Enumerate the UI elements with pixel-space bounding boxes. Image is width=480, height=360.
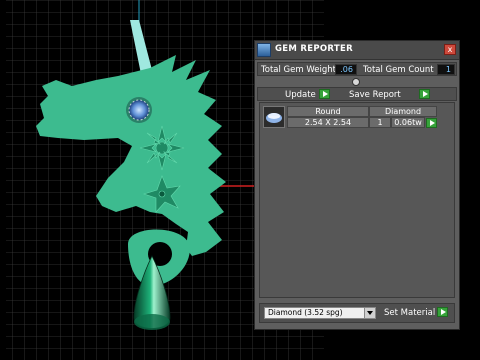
gem-reporter-panel: GEM REPORTER x Total Gem Weight .06 Tota… [254, 40, 460, 330]
totals-row: Total Gem Weight .06 Total Gem Count 1 [257, 62, 457, 76]
total-weight-label: Total Gem Weight [261, 65, 336, 75]
gem-row-go-button[interactable] [426, 118, 437, 128]
set-material-label: Set Material [384, 308, 436, 318]
collapse-toggle-icon[interactable] [352, 78, 360, 86]
gem-quantity-cell: 1 [369, 117, 391, 128]
total-count-value: 1 [437, 64, 455, 75]
titlebar[interactable]: GEM REPORTER x [255, 41, 459, 60]
update-button[interactable] [319, 89, 330, 99]
gem-list: Round Diamond 2.54 X 2.54 1 0.06tw [259, 102, 455, 298]
gem-size-cell: 2.54 X 2.54 [287, 117, 369, 128]
material-header: Diamond [369, 106, 437, 117]
gem-thumbnail[interactable] [263, 106, 285, 128]
close-icon: x [447, 45, 453, 54]
close-button[interactable]: x [444, 44, 456, 55]
shape-header: Round [287, 106, 369, 117]
set-material-button[interactable] [437, 307, 448, 317]
gem-weight-cell: 0.06tw [391, 117, 425, 128]
actions-row: Update Save Report [257, 87, 457, 101]
chevron-down-icon[interactable] [364, 308, 375, 318]
update-label: Update [285, 90, 316, 100]
total-count-label: Total Gem Count [363, 65, 434, 75]
material-select-value: Diamond (3.52 spg) [268, 308, 343, 317]
save-report-label: Save Report [349, 90, 401, 100]
gem-reporter-icon [257, 43, 271, 57]
blue-gem [129, 100, 149, 120]
material-select[interactable]: Diamond (3.52 spg) [264, 307, 376, 319]
save-report-button[interactable] [419, 89, 430, 99]
total-weight-value: .06 [335, 64, 357, 75]
panel-title: GEM REPORTER [275, 44, 353, 54]
material-bar: Diamond (3.52 spg) Set Material [259, 303, 455, 323]
round-gem-icon [266, 113, 282, 123]
